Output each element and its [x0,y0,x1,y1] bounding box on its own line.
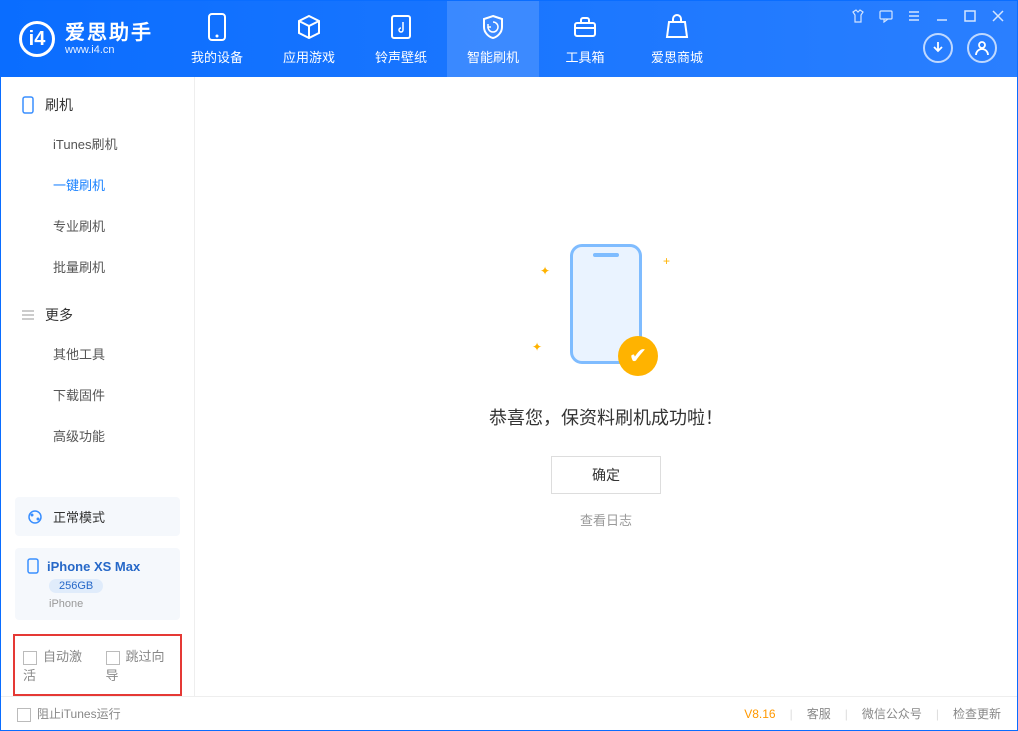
sidebar-group-more: 更多 其他工具 下载固件 高级功能 [1,287,194,456]
checkbox-icon [17,708,31,722]
ok-button[interactable]: 确定 [551,456,661,494]
list-icon [21,308,35,322]
device-type: iPhone [49,598,83,610]
app-name: 爱思助手 [65,22,153,44]
feedback-icon[interactable] [877,7,895,25]
shirt-icon[interactable] [849,7,867,25]
device-name: iPhone XS Max [47,559,140,574]
footer-link-support[interactable]: 客服 [807,705,831,722]
logo-text: 爱思助手 www.i4.cn [65,22,153,56]
tab-label: 智能刷机 [467,47,519,66]
tab-apps-games[interactable]: 应用游戏 [263,1,355,77]
sparkle-icon: ✦ [540,264,550,278]
view-log-link[interactable]: 查看日志 [580,510,632,529]
bag-icon [663,13,691,41]
app-url: www.i4.cn [65,44,153,56]
skip-guide-checkbox[interactable]: 跳过向导 [106,646,173,684]
mode-icon [27,509,43,525]
toolbox-icon [571,13,599,41]
tab-label: 工具箱 [565,47,604,66]
sidebar-item-batch-flash[interactable]: 批量刷机 [1,246,194,287]
phone-icon [21,96,35,114]
mode-label: 正常模式 [53,507,105,526]
sidebar: 刷机 iTunes刷机 一键刷机 专业刷机 批量刷机 更多 其他工具 下载固件 … [1,77,195,696]
tab-my-device[interactable]: 我的设备 [171,1,263,77]
nav-tabs: 我的设备 应用游戏 铃声壁纸 智能刷机 工具箱 爱思商城 [171,1,723,77]
sparkle-icon: + [663,254,670,268]
checkmark-badge-icon: ✔ [618,336,658,376]
tab-ringtone-wallpaper[interactable]: 铃声壁纸 [355,1,447,77]
sidebar-item-advanced[interactable]: 高级功能 [1,415,194,456]
sparkle-icon: ✦ [532,340,542,354]
sidebar-group-header: 更多 [1,305,194,333]
music-icon [387,13,415,41]
header-action-icons [923,33,997,63]
device-card[interactable]: iPhone XS Max 256GB iPhone [15,548,180,620]
tab-store[interactable]: 爱思商城 [631,1,723,77]
window-controls [849,7,1007,25]
options-row-highlighted: 自动激活 跳过向导 [13,634,182,696]
maximize-icon[interactable] [961,7,979,25]
footer-link-wechat[interactable]: 微信公众号 [862,705,922,722]
tab-label: 爱思商城 [651,47,703,66]
sidebar-item-onekey-flash[interactable]: 一键刷机 [1,164,194,205]
tab-label: 应用游戏 [283,47,335,66]
block-itunes-checkbox[interactable]: 阻止iTunes运行 [17,705,121,722]
cube-icon [295,13,323,41]
minimize-icon[interactable] [933,7,951,25]
footer-left: 阻止iTunes运行 [17,705,121,722]
menu-icon[interactable] [905,7,923,25]
body-area: 刷机 iTunes刷机 一键刷机 专业刷机 批量刷机 更多 其他工具 下载固件 … [1,77,1017,696]
close-icon[interactable] [989,7,1007,25]
checkbox-icon [106,651,120,665]
sidebar-item-download-firmware[interactable]: 下载固件 [1,374,194,415]
success-message: 恭喜您，保资料刷机成功啦！ [489,404,723,430]
tab-label: 铃声壁纸 [375,47,427,66]
user-icon[interactable] [967,33,997,63]
main-content: ✔ ✦ + ✦ 恭喜您，保资料刷机成功啦！ 确定 查看日志 [195,77,1017,696]
logo-icon: i4 [19,21,55,57]
device-icon [203,13,231,41]
download-icon[interactable] [923,33,953,63]
device-name-row: iPhone XS Max [27,558,140,574]
checkbox-icon [23,651,37,665]
logo-block: i4 爱思助手 www.i4.cn [1,21,171,57]
footer-bar: 阻止iTunes运行 V8.16 | 客服 | 微信公众号 | 检查更新 [1,696,1017,730]
device-icon [27,558,39,574]
version-label: V8.16 [744,707,775,721]
tab-label: 我的设备 [191,47,243,66]
device-storage: 256GB [49,579,103,593]
sidebar-item-itunes-flash[interactable]: iTunes刷机 [1,123,194,164]
sidebar-group-header: 刷机 [1,95,194,123]
tab-smart-flash[interactable]: 智能刷机 [447,1,539,77]
success-illustration: ✔ ✦ + ✦ [536,244,676,384]
group-title: 刷机 [45,95,73,115]
footer-right: V8.16 | 客服 | 微信公众号 | 检查更新 [744,705,1001,722]
shield-icon [479,13,507,41]
tab-toolbox[interactable]: 工具箱 [539,1,631,77]
sidebar-group-flash: 刷机 iTunes刷机 一键刷机 专业刷机 批量刷机 [1,77,194,287]
app-header: i4 爱思助手 www.i4.cn 我的设备 应用游戏 铃声壁纸 智能刷机 工具… [1,1,1017,77]
device-mode-card[interactable]: 正常模式 [15,497,180,536]
footer-link-update[interactable]: 检查更新 [953,705,1001,722]
group-title: 更多 [45,305,73,325]
sidebar-item-other-tools[interactable]: 其他工具 [1,333,194,374]
sidebar-item-pro-flash[interactable]: 专业刷机 [1,205,194,246]
auto-activate-checkbox[interactable]: 自动激活 [23,646,90,684]
